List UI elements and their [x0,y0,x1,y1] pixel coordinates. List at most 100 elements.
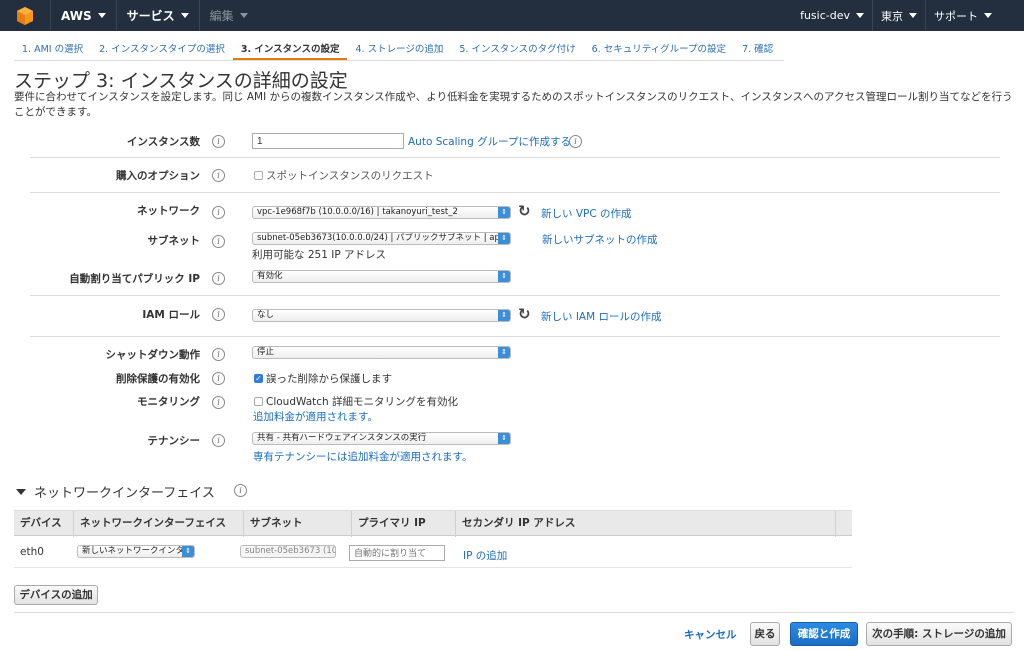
auto-scaling-link[interactable]: Auto Scaling グループに作成する [408,134,571,149]
select-arrow-icon: ⇕ [498,207,510,218]
info-icon[interactable]: i [234,484,247,497]
refresh-iam-icon[interactable]: ↻ [518,305,531,323]
info-icon[interactable]: i [212,396,225,409]
info-icon[interactable]: i [212,308,225,321]
iam-role-label: IAM ロール [142,309,200,321]
info-icon[interactable]: i [212,372,225,385]
tenancy-fee-link[interactable]: 専有テナンシーには追加料金が適用されます。 [253,449,472,464]
refresh-vpc-icon[interactable]: ↻ [518,202,531,220]
ni-device-cell: eth0 [20,546,44,558]
next-add-storage-button[interactable]: 次の手順: ストレージの追加 [866,622,1012,646]
tenancy-label: テナンシー [147,435,201,447]
ni-add-ip-link[interactable]: IP の追加 [463,548,507,563]
info-icon[interactable]: i [212,235,225,248]
select-arrow-icon: ⇕ [498,347,510,358]
tenancy-select[interactable]: 共有 - 共有ハードウェアインスタンスの実行 ⇕ [252,432,511,445]
info-icon[interactable]: i [569,135,582,148]
step-add-tags[interactable]: 5. インスタンスのタグ付け [451,38,583,60]
nav-support-label: サポート [934,9,978,23]
public-ip-select[interactable]: 有効化 ⇕ [252,270,511,283]
new-iam-role-link[interactable]: 新しい IAM ロールの作成 [541,309,662,324]
monitoring-text: CloudWatch 詳細モニタリングを有効化 [266,396,459,408]
wizard-steps: 1. AMI の選択 2. インスタンスタイプの選択 3. インスタンスの設定 … [14,38,781,60]
column-header-device: デバイス [14,511,74,537]
column-header-secondary-ip: セカンダリ IP アドレス [456,511,836,537]
info-icon[interactable]: i [212,169,225,182]
page-title: ステップ 3: インスタンスの詳細の設定 [14,70,348,92]
new-subnet-link[interactable]: 新しいサブネットの作成 [542,232,658,247]
nav-brand-menu[interactable]: AWS [50,0,116,31]
shutdown-behavior-value: 停止 [257,347,275,357]
add-device-button[interactable]: デバイスの追加 [14,585,98,605]
nav-account-label: fusic-dev [800,9,850,22]
info-icon[interactable]: i [212,135,225,148]
aws-logo-icon[interactable] [0,0,50,31]
subnet-select[interactable]: subnet-05eb3673(10.0.0.0/24) | パブリックサブネッ… [252,232,511,245]
collapse-triangle-icon [16,488,26,495]
shutdown-behavior-select[interactable]: 停止 ⇕ [252,346,511,359]
public-ip-label: 自動割り当てパブリック IP [69,273,200,285]
step-add-storage[interactable]: 4. ストレージの追加 [347,38,451,60]
termination-protection-checkbox[interactable]: ✓ [254,374,263,383]
monitoring-checkbox[interactable] [254,397,263,406]
nav-support-menu[interactable]: サポート [925,0,1000,31]
nav-brand-label: AWS [61,8,92,23]
step-instance-type[interactable]: 2. インスタンスタイプの選択 [91,38,233,60]
step-ami[interactable]: 1. AMI の選択 [14,38,91,60]
divider [30,157,1000,158]
termination-protection-label: 削除保護の有効化 [116,373,200,385]
nav-services-label: サービス [126,9,175,23]
ni-primary-ip-input[interactable] [349,545,445,561]
network-interfaces-table-header: デバイス ネットワークインターフェイス サブネット プライマリ IP セカンダリ… [14,510,852,537]
spot-request-checkbox[interactable] [254,171,263,180]
ni-interface-select[interactable]: 新しいネットワークインターフェイス⇕ [77,545,195,558]
column-header-primary-ip: プライマリ IP [352,511,456,537]
select-arrow-icon: ⇕ [498,233,510,244]
top-navigation-bar: AWS サービス 編集 fusic-dev 東京 サポート [0,0,1024,31]
network-interfaces-toggle[interactable]: ネットワークインターフェイス [16,482,215,501]
nav-right-group: fusic-dev 東京 サポート [792,0,1000,31]
step-review[interactable]: 7. 確認 [734,38,781,60]
review-and-launch-button[interactable]: 確認と作成 [790,622,858,646]
subnet-label: サブネット [147,235,201,247]
nav-account-menu[interactable]: fusic-dev [792,0,872,31]
nav-edit-menu[interactable]: 編集 [198,0,258,31]
info-icon[interactable]: i [212,434,225,447]
monitoring-label: モニタリング [137,396,200,408]
chevron-down-icon [180,13,189,18]
footer-divider [14,612,1014,613]
back-button[interactable]: 戻る [750,622,780,646]
subnet-ip-note: 利用可能な 251 IP アドレス [252,249,386,261]
select-arrow-icon: ⇕ [498,310,510,321]
info-icon[interactable]: i [212,348,225,361]
nav-region-menu[interactable]: 東京 [872,0,925,31]
iam-role-select[interactable]: なし ⇕ [252,309,511,322]
step-configure-instance[interactable]: 3. インスタンスの設定 [232,38,348,60]
shutdown-behavior-label: シャットダウン動作 [105,349,201,361]
network-select-value: vpc-1e968f7b (10.0.0.0/16) | takanoyuri_… [257,207,458,217]
info-icon[interactable]: i [212,272,225,285]
public-ip-select-value: 有効化 [257,271,283,281]
network-select[interactable]: vpc-1e968f7b (10.0.0.0/16) | takanoyuri_… [252,206,511,219]
step-security-group[interactable]: 6. セキュリティグループの設定 [584,38,734,60]
nav-edit-label: 編集 [209,9,234,23]
subnet-select-value: subnet-05eb3673(10.0.0.0/24) | パブリックサブネッ… [257,233,510,243]
chevron-down-icon [239,13,248,18]
cancel-link[interactable]: キャンセル [684,627,737,642]
monitoring-fee-link[interactable]: 追加料金が適用されます。 [253,409,378,424]
instance-count-input[interactable] [252,133,404,149]
tenancy-select-value: 共有 - 共有ハードウェアインスタンスの実行 [257,433,427,443]
network-label: ネットワーク [137,205,200,217]
column-header-interface: ネットワークインターフェイス [74,511,244,537]
select-arrow-icon: ⇕ [182,546,194,557]
termination-protection-text: 誤った削除から保護します [266,373,392,385]
page-description: 要件に合わせてインスタンスを設定します。同じ AMI からの複数インスタンス作成… [14,91,1013,118]
iam-role-select-value: なし [257,310,275,320]
chevron-down-icon [909,13,917,18]
info-icon[interactable]: i [212,206,225,219]
new-vpc-link[interactable]: 新しい VPC の作成 [541,206,632,221]
ni-subnet-select: subnet-05eb3673 (10.0.0.0/24) [240,545,336,558]
divider [30,295,1000,296]
divider [30,192,1000,193]
nav-services-menu[interactable]: サービス [115,0,199,31]
